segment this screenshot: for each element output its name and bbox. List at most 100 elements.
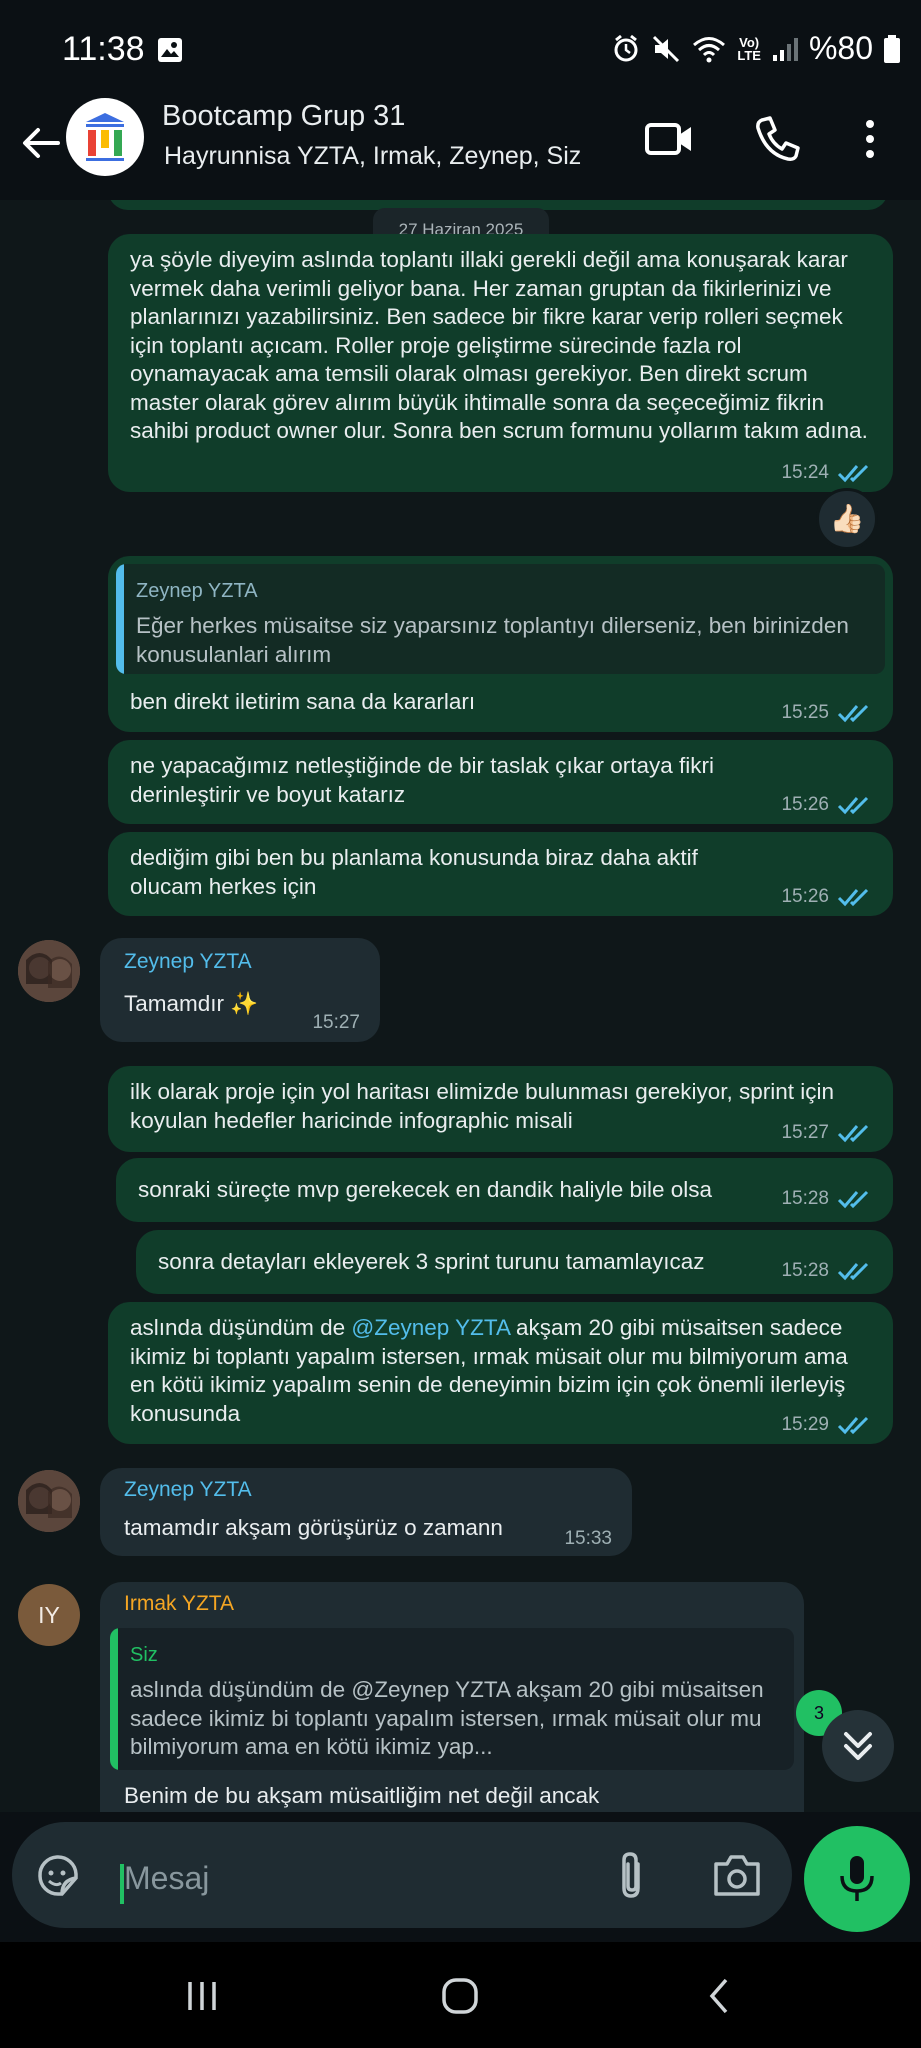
message-time: 15:24 [781, 462, 829, 483]
battery-level: %80 [808, 30, 873, 66]
voice-call-icon[interactable] [754, 114, 800, 164]
quoted-message[interactable]: Zeynep YZTA Eğer herkes müsaitse siz yap… [116, 564, 885, 674]
message-meta: 15:27 [312, 1012, 360, 1034]
video-call-icon[interactable] [644, 114, 694, 164]
battery-icon [884, 34, 900, 63]
message-time: 15:25 [781, 702, 829, 723]
message-bubble[interactable]: Zeynep YZTA Tamamdır ✨ 15:27 [100, 938, 380, 1042]
status-icons: Vo) LTE %80 [611, 30, 901, 67]
recent-apps-icon[interactable] [182, 1976, 222, 2016]
reaction-thumbs-up[interactable]: 👍🏻 [816, 488, 878, 550]
sender-name: Irmak YZTA [124, 1592, 235, 1615]
message-bubble[interactable]: ya şöyle diyeyim aslında toplantı illaki… [108, 234, 893, 492]
message-bubble[interactable]: ne yapacağımız netleştiğinde de bir tasl… [108, 740, 893, 824]
quoted-sender: Zeynep YZTA [136, 580, 258, 602]
message-time: 15:28 [781, 1260, 829, 1281]
group-logo-icon [86, 113, 124, 161]
back-icon[interactable] [700, 1976, 740, 2016]
sender-name: Zeynep YZTA [124, 1478, 252, 1501]
message-text: aslında düşündüm de @Zeynep YZTA akşam 2… [130, 1314, 870, 1428]
message-meta: 15:28 [781, 1260, 873, 1282]
message-input[interactable]: Mesaj [12, 1822, 792, 1928]
microphone-icon [840, 1856, 874, 1901]
message-text: sonraki süreçte mvp gerekecek en dandik … [138, 1177, 713, 1202]
message-time: 15:26 [781, 886, 829, 907]
message-text: ilk olarak proje için yol haritası elimi… [130, 1079, 835, 1133]
message-meta: 15:28 [781, 1188, 873, 1210]
message-meta: 15:24 [781, 462, 873, 484]
message-text: ya şöyle diyeyim aslında toplantı illaki… [130, 247, 868, 443]
quoted-text: aslında düşündüm de @Zeynep YZTA akşam 2… [130, 1677, 764, 1759]
message-bubble[interactable]: sonra detayları ekleyerek 3 sprint turun… [136, 1230, 893, 1294]
input-placeholder: Mesaj [124, 1860, 210, 1896]
message-bubble[interactable]: aslında düşündüm de @Zeynep YZTA akşam 2… [108, 1302, 893, 1444]
message-meta: 15:29 [781, 1414, 873, 1436]
message-text: tamamdır akşam görüşürüz o zamann [124, 1515, 503, 1540]
profile-photo [18, 940, 80, 1002]
message-time: 15:28 [781, 1188, 829, 1209]
message-bubble[interactable]: ilk olarak proje için yol haritası elimi… [108, 1066, 893, 1152]
message-time: 15:27 [312, 1012, 360, 1033]
quoted-sender: Siz [130, 1644, 158, 1666]
message-time: 15:27 [781, 1122, 829, 1143]
status-bar: 11:38 Vo) LTE %80 [0, 0, 921, 100]
read-receipt-icon [837, 704, 869, 723]
read-receipt-icon [837, 796, 869, 815]
message-time: 15:33 [564, 1528, 612, 1549]
read-receipt-icon [837, 1124, 869, 1143]
more-options-icon[interactable] [860, 114, 880, 164]
message-text: sonra detayları ekleyerek 3 sprint turun… [158, 1249, 705, 1274]
message-bubble[interactable]: sonraki süreçte mvp gerekecek en dandik … [116, 1158, 893, 1222]
mute-icon [653, 35, 680, 62]
camera-icon[interactable] [712, 1852, 762, 1898]
sticker-icon[interactable] [34, 1852, 82, 1900]
clock: 11:38 [62, 30, 145, 68]
read-receipt-icon [837, 1262, 869, 1281]
scroll-to-bottom-button[interactable] [822, 1710, 894, 1782]
message-time: 15:29 [781, 1414, 829, 1435]
quote-bar [110, 1628, 118, 1770]
message-meta: 15:26 [781, 794, 873, 816]
home-icon[interactable] [440, 1976, 480, 2016]
quote-bar [116, 564, 124, 674]
sender-avatar[interactable] [18, 1470, 80, 1532]
voice-message-button[interactable] [804, 1826, 910, 1932]
group-members[interactable]: Hayrunnisa YZTA, Irmak, Zeynep, Siz [164, 142, 581, 171]
message-text: ne yapacağımız netleştiğinde de bir tasl… [130, 753, 715, 807]
read-receipt-icon [837, 464, 869, 483]
wifi-icon [693, 36, 726, 62]
group-avatar[interactable] [66, 98, 144, 176]
sender-avatar[interactable] [18, 940, 80, 1002]
message-text: Benim de bu akşam müsaitliğim net değil … [124, 1783, 600, 1808]
quoted-text: Eğer herkes müsaitse siz yaparsınız topl… [136, 613, 849, 667]
attach-icon[interactable] [612, 1850, 652, 1902]
message-text-start: aslında düşündüm de [130, 1315, 346, 1340]
gallery-icon [158, 38, 182, 62]
message-bubble[interactable]: Irmak YZTA Siz aslında düşündüm de @Zeyn… [100, 1582, 804, 1812]
quoted-message[interactable]: Siz aslında düşündüm de @Zeynep YZTA akş… [110, 1628, 794, 1770]
message-text: ben direkt iletirim sana da kararları [130, 689, 476, 714]
message-bubble[interactable]: Zeynep YZTA tamamdır akşam görüşürüz o z… [100, 1468, 632, 1556]
lte-icon: Vo) LTE [737, 34, 761, 63]
profile-photo [18, 1470, 80, 1532]
message-bubble[interactable]: dediğim gibi ben bu planlama konusunda b… [108, 832, 893, 916]
group-title[interactable]: Bootcamp Grup 31 [162, 100, 405, 133]
sender-name: Zeynep YZTA [124, 950, 252, 973]
composer: Mesaj [0, 1812, 921, 1942]
back-arrow-icon[interactable] [18, 120, 64, 166]
message-bubble[interactable]: Zeynep YZTA Eğer herkes müsaitse siz yap… [108, 556, 893, 732]
message-meta: 15:33 [564, 1528, 612, 1550]
alarm-icon [614, 34, 638, 61]
message-time: 15:26 [781, 794, 829, 815]
message-meta: 15:25 [781, 702, 873, 724]
message-text: Tamamdır ✨ [124, 991, 259, 1016]
double-chevron-down-icon [844, 1732, 872, 1760]
user-mention[interactable]: @Zeynep YZTA [351, 1315, 509, 1340]
message-list[interactable]: 27 Haziran 2025 ya şöyle diyeyim aslında… [0, 200, 921, 1812]
read-receipt-icon [837, 1416, 869, 1435]
sender-avatar[interactable]: IY [18, 1584, 80, 1646]
read-receipt-icon [837, 888, 869, 907]
signal-icon [772, 37, 798, 61]
read-receipt-icon [837, 1190, 869, 1209]
message-meta: 15:26 [781, 886, 873, 908]
